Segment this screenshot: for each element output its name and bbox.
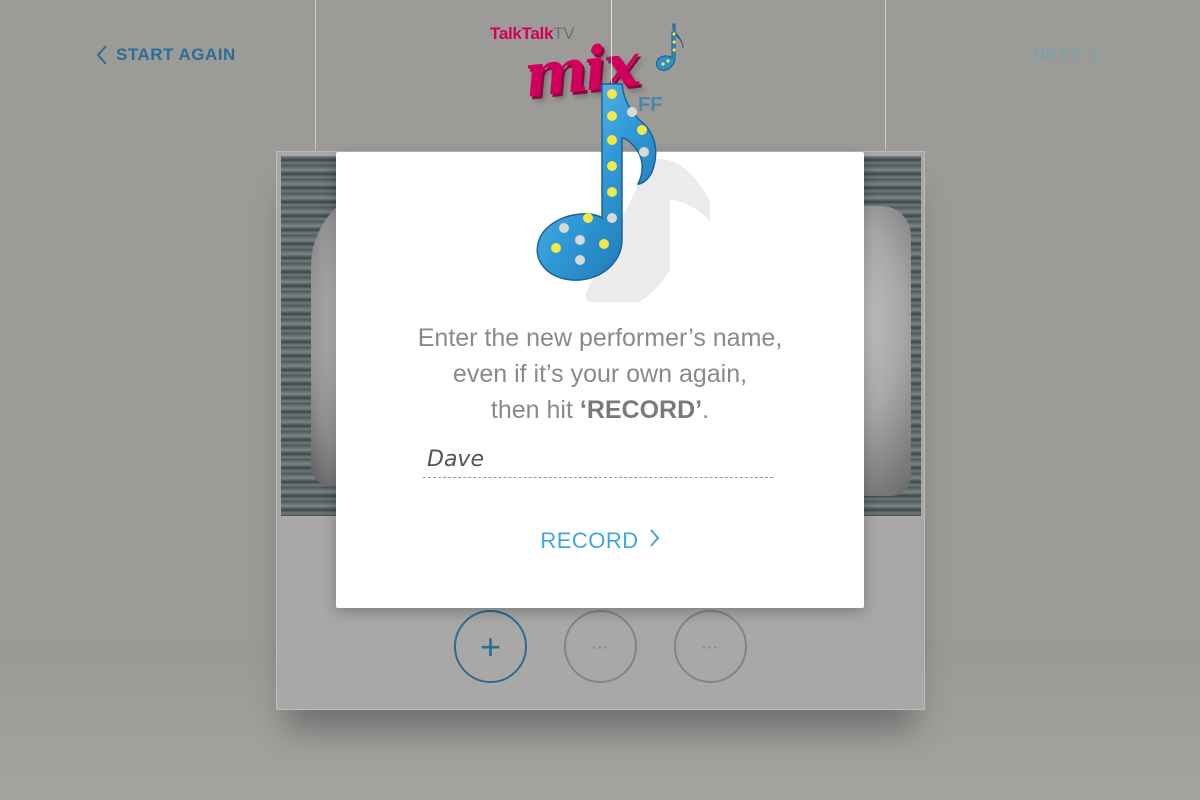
chevron-left-icon	[96, 44, 108, 66]
hanging-wire-right	[885, 0, 886, 150]
music-note-icon	[520, 72, 720, 312]
dialog-instructions: Enter the new performer’s name, even if …	[336, 320, 864, 428]
performer-slot-2[interactable]: ···	[564, 610, 637, 683]
start-again-label: START AGAIN	[116, 45, 236, 64]
next-label: NEXT	[1033, 45, 1081, 64]
record-label: RECORD	[540, 528, 639, 553]
instruction-line-3-prefix: then hit	[490, 396, 580, 424]
next-button[interactable]: NEXT	[1033, 42, 1100, 68]
performer-slot-3[interactable]: ···	[674, 610, 747, 683]
chevron-right-icon	[1088, 44, 1100, 66]
hanging-wire-left	[315, 0, 316, 150]
performer-name-input[interactable]	[423, 442, 773, 478]
instruction-line-2: even if it’s your own again,	[452, 360, 748, 388]
record-button[interactable]: RECORD	[336, 528, 864, 554]
instruction-line-3-suffix: .	[702, 396, 710, 424]
add-symbol: +	[479, 625, 502, 667]
chevron-right-icon	[649, 528, 660, 554]
slot-ellipsis: ···	[592, 638, 609, 655]
instruction-record-word: ‘RECORD’	[579, 396, 703, 424]
instruction-line-1: Enter the new performer’s name,	[417, 324, 783, 352]
start-again-button[interactable]: START AGAIN	[96, 42, 236, 68]
add-performer-button[interactable]: +	[454, 610, 527, 683]
slot-ellipsis: ···	[702, 638, 719, 655]
instruction-line-3: then hit ‘RECORD’.	[336, 392, 864, 428]
